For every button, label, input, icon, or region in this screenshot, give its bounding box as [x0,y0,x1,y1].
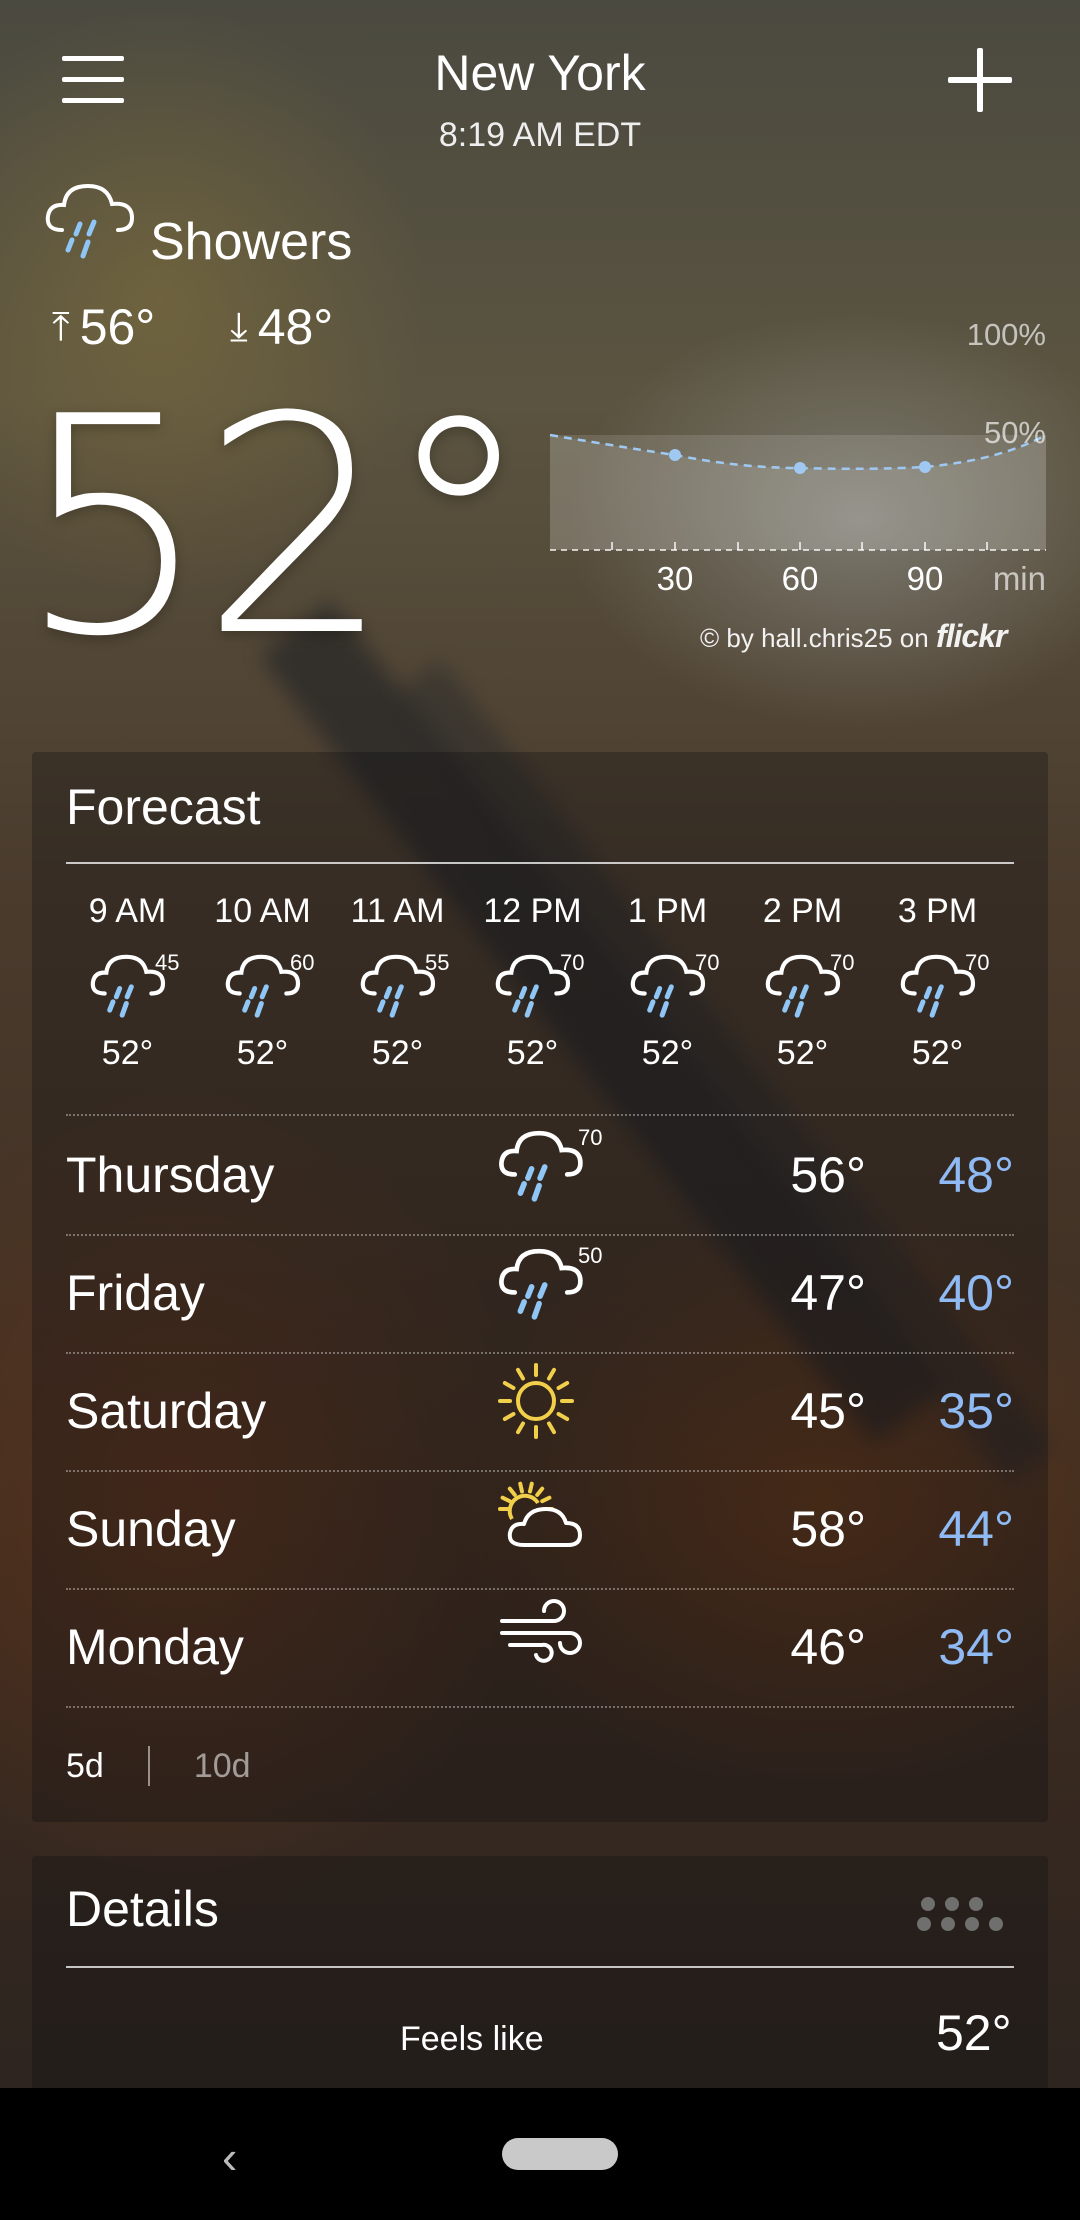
daily-precip: 70 [578,1125,603,1150]
forecast-title: Forecast [66,779,261,835]
details-title: Details [66,1881,219,1937]
hourly-temp: 52° [506,1034,559,1072]
tab-10d[interactable]: 10d [194,1747,251,1786]
x-label-90: 90 [907,560,944,597]
photo-credit[interactable]: © by hall.chris25 on flickr [700,618,1007,655]
high-temp: ⤒ 56° [52,298,155,356]
daily-row[interactable]: Friday 50 47° 40° [66,1234,1014,1352]
add-location-icon[interactable] [948,48,1012,112]
hourly-temp: 52° [641,1034,694,1072]
daily-high: 58° [790,1501,866,1557]
photo-credit-text: © by hall.chris25 on [700,623,929,653]
day-name: Sunday [66,1501,236,1557]
daily-low: 40° [938,1265,1014,1321]
rain-cloud-icon: 55 [348,950,450,1020]
low-temp: ⤓ 48° [230,298,333,356]
wind-icon [496,1597,616,1697]
daily-low: 35° [938,1383,1014,1439]
rain-cloud-icon: 70 [496,1125,616,1225]
hourly-time: 12 PM [483,892,582,930]
feels-like-value: 52° [936,2005,1012,2061]
rain-cloud-icon: 45 [78,950,180,1020]
rain-cloud-icon: 50 [496,1243,616,1343]
daily-low: 48° [938,1147,1014,1203]
details-divider [66,1966,1014,1968]
hourly-time: 11 AM [350,892,445,930]
day-name: Saturday [66,1383,267,1439]
hourly-item: 12 PM 70 52° [465,892,600,1073]
daily-high: 46° [790,1619,866,1675]
day-name: Monday [66,1619,244,1675]
city-name[interactable]: New York [0,44,1080,102]
day-name: Friday [66,1265,205,1321]
hourly-temp: 52° [371,1034,424,1072]
down-arrow-icon: ⤓ [230,305,248,349]
hourly-precip: 70 [560,950,585,975]
hourly-time: 9 AM [88,892,167,930]
local-time: 8:19 AM EDT [438,116,642,154]
daily-high: 56° [790,1147,866,1203]
hourly-item: 10 AM 60 52° [195,892,330,1073]
hourly-time: 10 AM [214,892,311,930]
rain-cloud-icon [42,178,138,269]
hourly-precip: 60 [290,950,315,975]
up-arrow-icon: ⤒ [52,305,70,349]
hourly-temp: 52° [236,1034,289,1072]
back-icon[interactable]: ‹ [222,2130,237,2184]
hourly-item: 2 PM 70 52° [735,892,870,1073]
rain-drops-decoration-icon [914,1892,1014,1941]
daily-high: 45° [790,1383,866,1439]
partly-cloudy-icon [496,1479,616,1579]
hourly-precip: 55 [425,950,450,975]
y-label-50: 50% [984,415,1046,450]
daily-row[interactable]: Monday 46° 34° [66,1588,1014,1706]
hourly-time: 1 PM [627,892,708,930]
daily-row[interactable]: Thursday 70 56° 48° [66,1116,1014,1234]
hourly-temp: 52° [911,1034,964,1072]
rain-cloud-icon: 60 [213,950,315,1020]
hourly-precip: 70 [695,950,720,975]
daily-precip: 50 [578,1243,603,1268]
hourly-item: 9 AM 45 52° [60,892,195,1073]
daily-low: 34° [938,1619,1014,1675]
high-temp-value: 56° [79,299,156,355]
precipitation-chart: 100% 50% 30 60 90 min [540,310,1060,605]
feels-like-label: Feels like [400,2020,544,2058]
day-name: Thursday [66,1147,275,1203]
hourly-item: 1 PM 70 52° [600,892,735,1073]
x-unit-label: min [993,560,1046,597]
x-label-60: 60 [782,560,819,597]
hourly-item: 3 PM 70 52° [870,892,1005,1073]
row-divider [66,1706,1014,1708]
hourly-time: 3 PM [897,892,978,930]
hourly-forecast[interactable]: 9 AM 45 52° 10 AM 60 52° 11 AM 55 52° 12 PM 70 52° 1… [60,892,1020,1073]
hourly-temp: 52° [776,1034,829,1072]
daily-row[interactable]: Saturday 45° 35° [66,1352,1014,1470]
condition-text: Showers [150,213,353,271]
hourly-precip: 45 [155,950,180,975]
rain-cloud-icon: 70 [888,950,990,1020]
home-pill-button[interactable] [502,2138,618,2170]
y-label-100: 100% [967,317,1046,352]
flickr-logo: flickr [935,618,1007,654]
hourly-time: 2 PM [762,892,843,930]
forecast-range-tabs: 5d 10d [66,1746,251,1786]
daily-high: 47° [790,1265,866,1321]
rain-cloud-icon: 70 [753,950,855,1020]
x-label-30: 30 [657,560,694,597]
hourly-item: 11 AM 55 52° [330,892,465,1073]
hourly-precip: 70 [965,950,990,975]
hourly-precip: 70 [830,950,855,975]
tab-separator [147,1746,150,1786]
tab-5d[interactable]: 5d [66,1747,104,1786]
rain-cloud-icon: 70 [618,950,720,1020]
low-temp-value: 48° [257,299,334,355]
sun-icon [496,1361,616,1461]
rain-cloud-icon: 70 [483,950,585,1020]
forecast-divider [66,862,1014,864]
daily-low: 44° [938,1501,1014,1557]
current-temperature: 52° [18,353,534,702]
daily-row[interactable]: Sunday 58° 44° [66,1470,1014,1588]
hourly-temp: 52° [101,1034,154,1072]
